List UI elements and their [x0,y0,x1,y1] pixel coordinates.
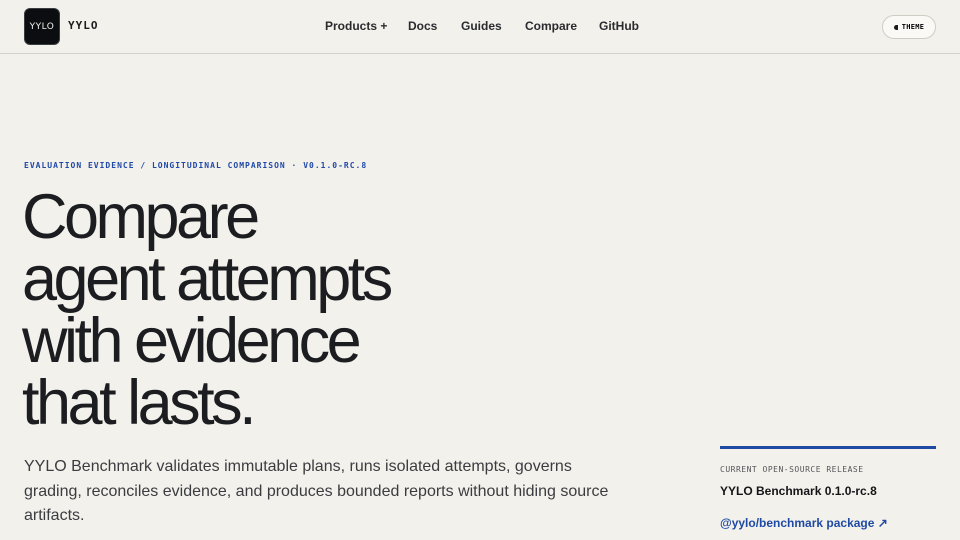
headline-line: agent attempts [22,244,393,314]
logo-wordmark: YYLO [29,21,55,32]
half-moon-icon [893,24,898,30]
hero-eyebrow: EVALUATION EVIDENCE / LONGITUDINAL COMPA… [24,161,368,170]
nav-docs[interactable]: Docs [408,19,437,33]
nav-products[interactable]: Products + [325,19,387,33]
top-navigation-bar: YYLO YYLO Products + Docs Guides Compare… [0,0,960,54]
brand-name[interactable]: YYLO [68,19,99,32]
nav-guides[interactable]: Guides [461,19,502,33]
release-panel: CURRENT OPEN-SOURCE RELEASE YYLO Benchma… [720,446,936,530]
headline-line: with evidence [22,306,362,376]
nav-compare[interactable]: Compare [525,19,577,33]
brand-logo[interactable]: YYLO [24,8,60,45]
package-link[interactable]: @yylo/benchmark package ↗ [720,516,936,530]
headline-line: that lasts. [22,368,257,438]
hero-description: YYLO Benchmark validates immutable plans… [24,458,609,524]
release-title: YYLO Benchmark 0.1.0-rc.8 [720,484,877,498]
theme-button-label: THEME [901,23,925,31]
headline-line: Compare [22,182,260,252]
theme-toggle-button[interactable]: THEME [882,15,936,39]
nav-github[interactable]: GitHub [599,19,639,33]
hero-headline: Compare agent attempts with evidence tha… [22,182,393,438]
release-kicker: CURRENT OPEN-SOURCE RELEASE [720,465,864,474]
